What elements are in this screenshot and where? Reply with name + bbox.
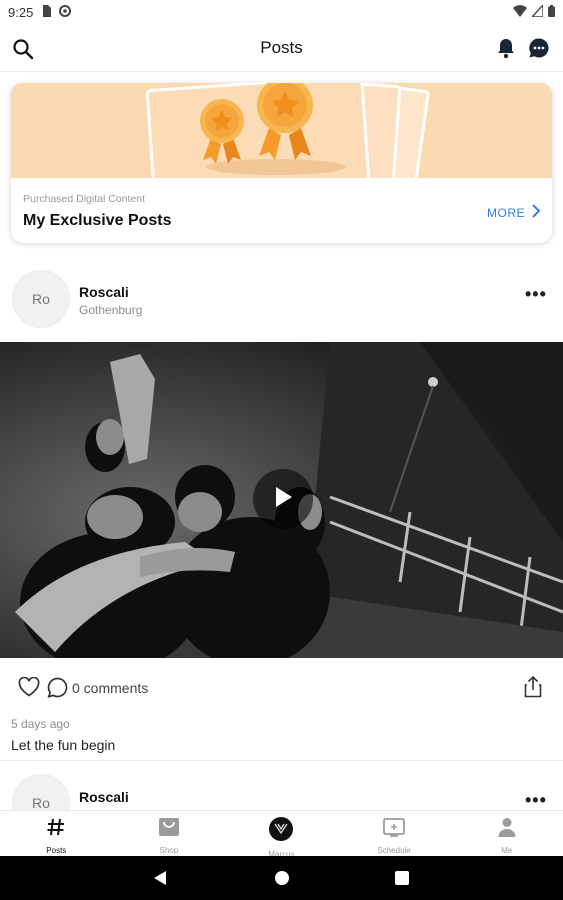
more-options-icon-2[interactable]: ••• [525, 790, 547, 810]
chat-icon[interactable] [528, 37, 550, 64]
creator-avatar-icon [269, 817, 294, 846]
avatar-initials: Ro [32, 291, 50, 307]
divider [0, 760, 563, 761]
exclusive-posts-card[interactable]: Purchased Digital Content My Exclusive P… [11, 83, 552, 243]
nav-me-label: Me [501, 846, 513, 855]
system-navigation-bar [0, 856, 563, 900]
share-icon[interactable] [524, 675, 542, 703]
post-author-2[interactable]: Roscali [79, 789, 129, 805]
battery-icon [548, 4, 555, 20]
comments-count[interactable]: 0 comments [72, 680, 148, 696]
page-title: Posts [260, 37, 303, 57]
post-header: Ro Roscali Gothenburg ••• [0, 268, 563, 330]
more-label: MORE [487, 205, 525, 220]
bell-icon[interactable] [496, 37, 516, 64]
chevron-right-icon [531, 204, 541, 221]
home-icon[interactable] [274, 870, 290, 891]
promo-subtitle: Purchased Digital Content [23, 193, 145, 205]
nav-shop[interactable]: Shop [113, 811, 226, 856]
status-time: 9:25 [8, 4, 34, 20]
nav-posts-label: Posts [46, 846, 67, 855]
post-time: 5 days ago [11, 717, 70, 731]
nav-marcus[interactable]: Marcus [225, 811, 338, 859]
nav-posts[interactable]: Posts [0, 811, 113, 856]
status-bar: 9:25 [0, 0, 563, 24]
hash-icon [46, 817, 66, 842]
nav-me[interactable]: Me [450, 811, 563, 856]
wifi-icon [513, 4, 527, 20]
person-icon [498, 817, 516, 842]
avatar-2[interactable]: Ro [12, 774, 70, 810]
more-options-icon[interactable]: ••• [525, 284, 547, 305]
bottom-navigation: Posts Shop Marcus Schedule Me [0, 810, 563, 859]
play-button[interactable] [253, 469, 313, 529]
post-header-2: Ro Roscali ••• [0, 770, 563, 810]
post-actions: 0 comments [0, 672, 563, 704]
play-icon [272, 485, 294, 514]
back-icon[interactable] [152, 870, 168, 891]
signal-icon [530, 2, 544, 20]
schedule-icon [383, 817, 405, 842]
post-author[interactable]: Roscali [79, 284, 129, 300]
shop-bag-icon [158, 817, 180, 842]
sync-icon [59, 4, 72, 20]
post-caption: Let the fun begin [11, 737, 116, 753]
heart-icon[interactable] [18, 676, 40, 702]
avatar[interactable]: Ro [12, 270, 70, 328]
recents-icon[interactable] [395, 871, 409, 890]
nav-schedule-label: Schedule [377, 846, 411, 855]
avatar-initials-2: Ro [32, 795, 50, 810]
post-location: Gothenburg [79, 303, 143, 317]
promo-banner-illustration [11, 83, 552, 178]
search-icon[interactable] [12, 38, 34, 65]
nav-schedule[interactable]: Schedule [338, 811, 451, 856]
more-link[interactable]: MORE [487, 204, 541, 221]
top-app-bar: Posts [0, 24, 563, 72]
nav-shop-label: Shop [159, 846, 179, 855]
sim-card-icon [41, 4, 52, 20]
promo-title: My Exclusive Posts [23, 212, 172, 229]
comment-icon[interactable] [47, 677, 68, 703]
